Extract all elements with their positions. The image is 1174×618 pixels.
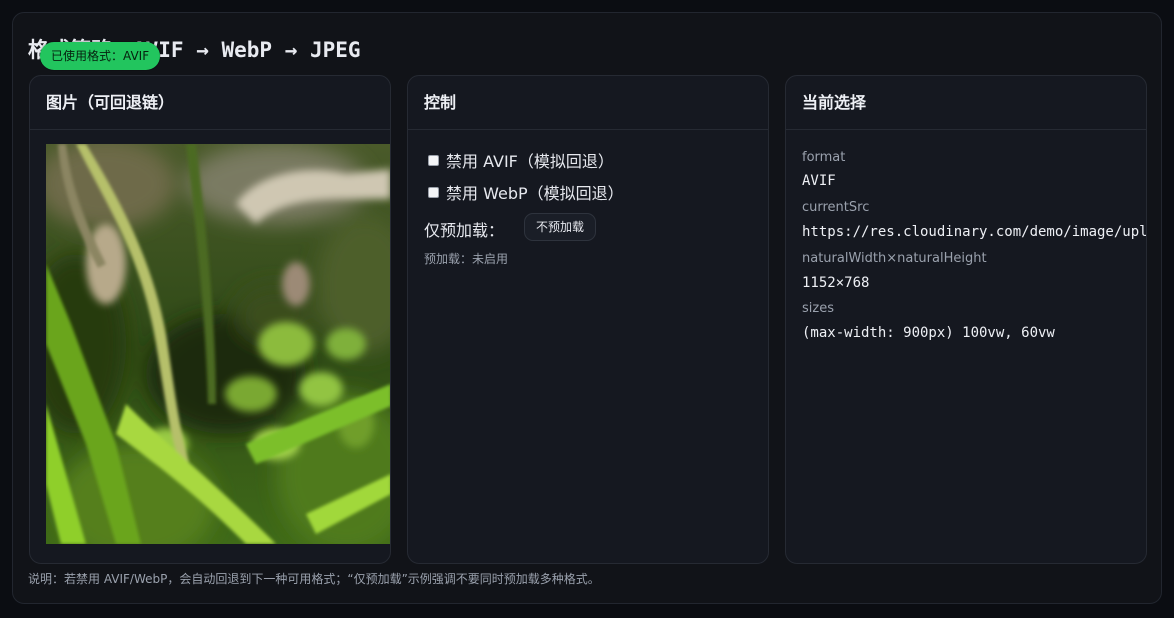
disable-avif-option[interactable]: 禁用 AVIF（模拟回退）	[428, 148, 614, 172]
footer-note: 说明：若禁用 AVIF/WebP，会自动回退到下一种可用格式；“仅预加载”示例强…	[28, 572, 600, 586]
preview-image	[46, 144, 390, 544]
preload-label: 仅预加载：	[424, 221, 505, 240]
controls-card-title: 控制	[408, 76, 768, 130]
current-selection-card: 当前选择 format AVIF currentSrc https://res.…	[785, 75, 1147, 564]
disable-webp-checkbox[interactable]	[428, 186, 439, 198]
preload-status: 预加载：未启用	[424, 252, 509, 266]
sizes-label: sizes	[802, 301, 834, 316]
current-src-label: currentSrc	[802, 200, 870, 215]
current-src-value: https://res.cloudinary.com/demo/image/up…	[802, 224, 1147, 240]
natural-size-label: naturalWidth×naturalHeight	[802, 251, 987, 266]
plant-photo	[46, 144, 390, 544]
image-card-title: 图片（可回退链）	[30, 76, 390, 130]
format-badge: 已使用格式：AVIF	[40, 42, 161, 70]
disable-avif-label: 禁用 AVIF（模拟回退）	[446, 152, 614, 171]
disable-webp-option[interactable]: 禁用 WebP（模拟回退）	[428, 180, 624, 204]
format-label: format	[802, 150, 846, 165]
disable-webp-label: 禁用 WebP（模拟回退）	[446, 184, 624, 203]
disable-avif-checkbox[interactable]	[428, 154, 439, 166]
preload-button[interactable]: 不预加载	[524, 213, 597, 241]
current-card-title: 当前选择	[786, 76, 1146, 130]
sizes-value: (max-width: 900px) 100vw, 60vw	[802, 325, 1055, 341]
format-value: AVIF	[802, 173, 836, 189]
image-card: 图片（可回退链）	[29, 75, 391, 564]
controls-card: 控制 禁用 AVIF（模拟回退） 禁用 WebP（模拟回退） 仅预加载： 不预加…	[407, 75, 769, 564]
natural-size-value: 1152×768	[802, 275, 870, 291]
